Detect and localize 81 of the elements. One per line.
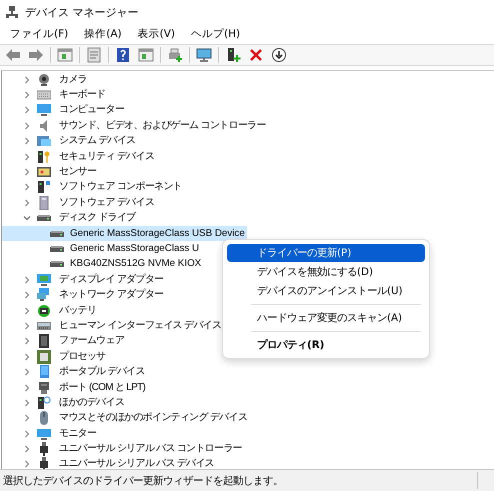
tree-item[interactable]: ネットワーク アダプター: [57, 288, 166, 302]
context-menu-item[interactable]: ドライバーの更新(P): [227, 244, 425, 262]
sensor-icon: [37, 165, 51, 180]
expand-chevron-icon[interactable]: [23, 322, 31, 330]
tree-item[interactable]: バッテリ: [57, 304, 98, 318]
usb-plug-icon: [37, 442, 51, 456]
tree-item[interactable]: サウンド、ビデオ、およびゲーム コントローラー: [57, 118, 268, 133]
window-title: デバイス マネージャー: [25, 4, 138, 20]
expand-chevron-icon[interactable]: [23, 152, 31, 161]
monitor-icon: [37, 103, 51, 118]
expand-chevron-icon[interactable]: [23, 384, 31, 392]
tree-item[interactable]: ヒューマン インターフェイス デバイス: [57, 318, 224, 333]
expand-chevron-icon[interactable]: [23, 198, 31, 207]
expand-chevron-icon[interactable]: [23, 168, 31, 176]
expand-chevron-icon[interactable]: [23, 430, 31, 438]
processor-icon: [37, 350, 51, 364]
expand-chevron-icon[interactable]: [23, 445, 31, 454]
tree-item[interactable]: ソフトウェア デバイス: [57, 196, 156, 210]
menu-item[interactable]: ヘルプ(H): [183, 27, 248, 41]
tree-item[interactable]: システム デバイス: [57, 134, 138, 148]
port-icon: [37, 380, 51, 394]
device-icon: [37, 196, 51, 210]
expand-chevron-icon[interactable]: [23, 276, 31, 284]
menu-item[interactable]: 表示(V): [130, 27, 184, 41]
expand-chevron-icon[interactable]: [23, 137, 31, 146]
expand-chevron-icon[interactable]: [23, 414, 31, 422]
expand-chevron-icon[interactable]: [23, 183, 31, 192]
tree-item[interactable]: Generic MassStorageClass USB Device: [2, 226, 247, 242]
battery-icon: [37, 304, 51, 318]
expand-chevron-icon[interactable]: [23, 352, 31, 361]
context-menu-item[interactable]: デバイスを無効にする(D): [227, 263, 425, 281]
expand-chevron-icon[interactable]: [23, 398, 31, 407]
context-menu-item[interactable]: デバイスのアンインストール(U): [227, 282, 425, 300]
tree-item[interactable]: ファームウェア: [57, 334, 126, 348]
expand-chevron-icon[interactable]: [23, 291, 31, 300]
display-card-icon: [37, 272, 51, 287]
chip-icon: [37, 334, 51, 348]
tree-item[interactable]: ユニバーサル シリアル バス コントローラー: [57, 442, 244, 456]
portable-device-icon: [37, 365, 51, 380]
expand-chevron-icon[interactable]: [23, 91, 31, 100]
tree-item[interactable]: ディスク ドライブ: [57, 211, 138, 226]
context-menu-item[interactable]: ハードウェア変更のスキャン(A): [227, 309, 425, 327]
unknown-device-icon: [37, 396, 51, 410]
app-icon: [6, 6, 18, 18]
tree-item[interactable]: センサー: [57, 165, 98, 180]
expand-chevron-icon[interactable]: [23, 306, 31, 315]
tree-item[interactable]: キーボード: [57, 88, 108, 102]
expand-chevron-icon[interactable]: [23, 106, 31, 114]
menu-item[interactable]: 操作(A): [76, 27, 130, 41]
tree-item[interactable]: モニター: [57, 426, 98, 441]
tree-item[interactable]: KBG40ZNS512G NVMe KIOX: [2, 256, 204, 272]
tree-item[interactable]: プロセッサ: [57, 350, 108, 364]
mouse-icon: [37, 411, 51, 426]
expand-chevron-icon[interactable]: [23, 460, 31, 468]
tree-item[interactable]: ソフトウェア コンポーネント: [57, 180, 184, 194]
menu-item[interactable]: ファイル(F): [2, 27, 76, 41]
expand-chevron-icon[interactable]: [23, 122, 31, 130]
lock-key-icon: [37, 150, 51, 164]
tree-item[interactable]: ポート (COM と LPT): [57, 380, 148, 394]
usb-plug-icon: [37, 457, 51, 469]
camera-icon: [37, 72, 51, 87]
tree-item[interactable]: ほかのデバイス: [57, 396, 126, 410]
tree-item[interactable]: コンピューター: [57, 103, 126, 118]
keyboard-icon: [37, 88, 51, 102]
tree-item[interactable]: マウスとそのほかのポインティング デバイス: [57, 411, 250, 426]
tree-item[interactable]: セキュリティ デバイス: [57, 150, 156, 164]
tree-item[interactable]: ディスプレイ アダプター: [57, 272, 166, 287]
expand-chevron-icon[interactable]: [23, 337, 31, 346]
collapse-chevron-icon[interactable]: [23, 214, 31, 222]
network-icon: [37, 288, 51, 302]
component-icon: [37, 180, 51, 194]
monitor-icon: [37, 426, 51, 441]
tree-item[interactable]: ポータブル デバイス: [57, 365, 147, 380]
expand-chevron-icon[interactable]: [23, 76, 31, 84]
folder-icon: [37, 134, 51, 148]
expand-chevron-icon[interactable]: [23, 368, 31, 376]
tree-item[interactable]: Generic MassStorageClass U: [2, 241, 202, 257]
status-text: 選択したデバイスのドライバー更新ウィザードを起動します。: [2, 474, 284, 488]
context-menu-item[interactable]: プロパティ(R): [227, 336, 425, 354]
tree-item[interactable]: ユニバーサル シリアル バス デバイス: [57, 457, 216, 469]
tree-item[interactable]: カメラ: [57, 72, 89, 87]
